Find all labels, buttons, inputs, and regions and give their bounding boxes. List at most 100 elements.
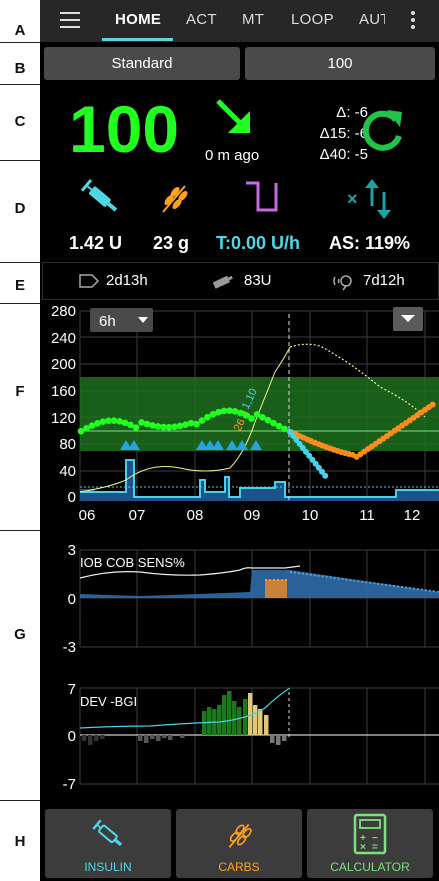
y-tick-label: 0: [68, 728, 76, 745]
tab-loop[interactable]: LOOP: [291, 11, 334, 28]
deviation-graph[interactable]: 7 0 -7 DEV -BGI: [40, 678, 439, 794]
bg-value[interactable]: 100: [69, 94, 179, 164]
y-tick-label: 280: [51, 303, 76, 320]
svg-text:×: ×: [347, 189, 358, 209]
bg-reading-dot: [193, 420, 200, 428]
y-tick-label: 0: [68, 489, 76, 506]
autosens-value: AS: 119%: [329, 233, 411, 253]
deviation-bar: [82, 735, 87, 741]
syringe-icon: [92, 819, 123, 847]
annotation-separator: [0, 42, 40, 43]
cob-area: [265, 580, 287, 598]
bg-reading-dot: [132, 424, 140, 431]
annotation-f: F: [15, 383, 25, 400]
dev-legend: DEV -BGI: [80, 694, 137, 709]
deviation-bar: [217, 705, 222, 735]
x-tick-label: 12: [404, 507, 421, 524]
x-tick-label: 09: [244, 507, 261, 524]
bg-reading-dot: [198, 417, 206, 424]
syringe-icon[interactable]: [76, 176, 124, 220]
svg-text:×: ×: [360, 842, 366, 853]
iob-legend: IOB COB SENS%: [80, 555, 185, 570]
target-button[interactable]: 100: [245, 47, 435, 80]
y-tick-label: 3: [68, 542, 76, 559]
wheat-icon[interactable]: [157, 180, 191, 216]
annotation-separator: [0, 800, 40, 801]
bg-prediction-dot: [322, 472, 329, 479]
bg-reading-dot: [281, 425, 288, 433]
autosens-icon[interactable]: ×: [346, 176, 396, 220]
reservoir-level: 83U: [244, 272, 272, 289]
bg-reading-dot: [116, 418, 123, 425]
annotation-separator: [0, 160, 40, 161]
annotation-separator: [0, 303, 40, 304]
bg-reading-dot: [99, 418, 107, 426]
deviation-bar: [264, 715, 269, 735]
carbs-button[interactable]: CARBS: [176, 809, 302, 878]
tab-mt[interactable]: MT: [242, 11, 264, 28]
deviation-bar: [258, 709, 263, 735]
bg-reading-dot: [176, 422, 184, 430]
bg-reading-dot: [187, 419, 195, 427]
dev-y-axis: 7 0 -7: [63, 681, 76, 793]
refresh-icon[interactable]: [356, 106, 408, 158]
deviation-bar: [270, 735, 275, 743]
tab-home[interactable]: HOME: [115, 11, 161, 28]
iob-cob-graph[interactable]: 3 0 -3 IOB COB SENS%: [40, 540, 439, 666]
deviation-bar: [94, 735, 99, 741]
deviation-bar: [144, 735, 149, 743]
calculator-button[interactable]: + − × = CALCULATOR: [307, 809, 433, 878]
sensor-icon: [333, 275, 352, 291]
svg-text:=: =: [372, 842, 378, 853]
y-tick-label: 7: [68, 681, 76, 698]
y-tick-label: 240: [51, 330, 76, 347]
sensor-age: 7d12h: [363, 272, 405, 289]
device-status-bar: 2d13h 83U 7d12h: [42, 262, 439, 300]
bg-graph[interactable]: 280 240 200 160 120 80 40 0 06 07 08 09 …: [40, 302, 439, 524]
profile-button[interactable]: Standard: [44, 47, 240, 80]
deviation-bar: [156, 735, 161, 741]
annotation-c: C: [14, 113, 26, 130]
deviation-bar: [150, 735, 155, 739]
bg-reading-dot: [248, 415, 255, 422]
bg-graph-y-axis: 280 240 200 160 120 80 40 0: [51, 303, 76, 506]
y-tick-label: -7: [63, 776, 76, 793]
calculator-button-label: CALCULATOR: [330, 860, 410, 874]
x-tick-label: 07: [129, 507, 146, 524]
active-tab-indicator: [102, 38, 173, 41]
insulin-button[interactable]: INSULIN: [45, 809, 171, 878]
range-label: 6h: [99, 313, 116, 330]
app-screen: HOME ACT MT LOOP AUT Standard 100 100 0 …: [40, 0, 439, 881]
tab-act[interactable]: ACT: [186, 11, 217, 28]
annotation-g: G: [14, 626, 26, 643]
deviation-bar: [237, 707, 242, 735]
tab-aut[interactable]: AUT: [359, 11, 385, 28]
x-tick-label: 10: [302, 507, 319, 524]
annotation-h: H: [14, 833, 26, 850]
deviation-bar: [162, 735, 167, 738]
x-tick-label: 06: [79, 507, 96, 524]
y-tick-label: 80: [59, 436, 76, 453]
more-vertical-icon[interactable]: [411, 11, 415, 31]
deviation-bar: [282, 735, 287, 741]
deviation-bar: [227, 691, 232, 735]
bg-graph-x-axis: 06 07 08 09 10 11 12: [79, 507, 421, 524]
annotation-separator: [0, 262, 40, 263]
deviation-bar: [100, 735, 105, 739]
annotation-e: E: [14, 277, 25, 294]
range-dropdown[interactable]: 6h: [90, 308, 153, 332]
reservoir-icon: [212, 275, 233, 289]
annotation-d: D: [14, 200, 26, 217]
graph-options-dropdown[interactable]: [393, 307, 423, 331]
deviation-bar: [207, 707, 212, 735]
deviation-bar: [168, 735, 173, 740]
hamburger-icon[interactable]: [60, 12, 80, 28]
cannula-icon: [79, 274, 100, 288]
y-tick-label: 40: [59, 463, 76, 480]
y-tick-label: 200: [51, 356, 76, 373]
y-tick-label: -3: [63, 639, 76, 656]
carbs-button-label: CARBS: [218, 860, 260, 874]
y-tick-label: 120: [51, 410, 76, 427]
temp-basal-icon[interactable]: [242, 180, 282, 214]
top-navigation: HOME ACT MT LOOP AUT: [40, 0, 439, 42]
